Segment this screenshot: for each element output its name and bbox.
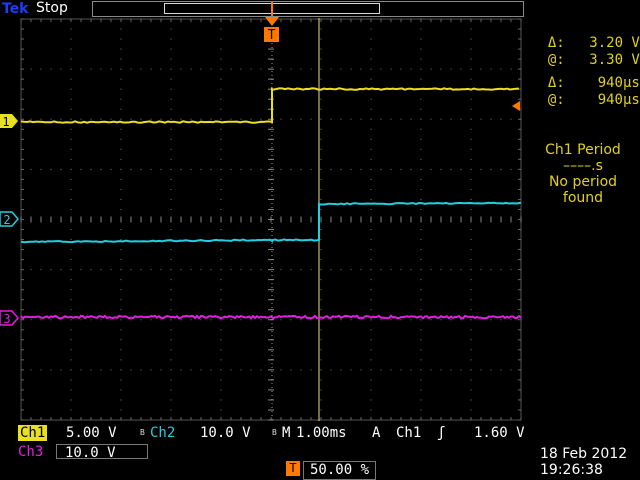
ch3-marker-label: 3 <box>3 312 10 326</box>
ch1-ground-marker[interactable]: 1 <box>0 114 18 129</box>
cursor-at-t: @: 940µs <box>531 76 640 108</box>
ch1-trace <box>21 88 519 122</box>
measurement-title: Ch1 Period <box>531 142 635 158</box>
measurement-panel: Ch1 Period ––––.s No period found <box>531 142 635 206</box>
trigger-t-label: T <box>268 28 276 43</box>
measurement-status-2: found <box>531 190 635 206</box>
trigger-position-value: 50.00 % <box>303 461 376 480</box>
ch2-label[interactable]: Ch2 <box>150 425 175 441</box>
ch2-ground-marker[interactable]: 2 <box>0 212 18 227</box>
trigger-slope-icon[interactable]: ʃ <box>437 425 445 441</box>
ch2-marker-label: 2 <box>3 213 10 227</box>
trigger-t-icon: T <box>286 461 300 476</box>
date: 18 Feb 2012 <box>540 446 627 462</box>
trigger-level-marker[interactable] <box>512 101 520 111</box>
ch1-marker-label: 1 <box>2 115 9 129</box>
ch1-label[interactable]: Ch1 <box>18 425 47 441</box>
ch1-bw-icon: B <box>140 429 145 437</box>
trigger-mode[interactable]: A <box>372 425 380 441</box>
trigger-level[interactable]: 1.60 V <box>474 425 525 441</box>
timebase-label: M <box>282 425 290 441</box>
ch3-label[interactable]: Ch3 <box>18 444 43 460</box>
trigger-source[interactable]: Ch1 <box>396 425 421 441</box>
ch3-scale[interactable]: 10.0 V <box>56 444 148 459</box>
measurement-status-1: No period <box>531 174 635 190</box>
graticule <box>21 19 522 421</box>
trigger-position-marker[interactable]: T <box>264 2 279 43</box>
ch3-ground-marker[interactable]: 3 <box>0 311 18 326</box>
ch2-bw-icon: B <box>272 429 277 437</box>
measurement-value: ––––.s <box>531 158 635 174</box>
ch1-scale[interactable]: 5.00 V <box>66 425 117 441</box>
timebase-value[interactable]: 1.00ms <box>296 425 347 441</box>
time: 19:26:38 <box>540 462 627 478</box>
ch3-trace <box>21 316 521 318</box>
ch2-scale[interactable]: 10.0 V <box>200 425 251 441</box>
date-time: 18 Feb 2012 19:26:38 <box>540 446 627 478</box>
trigger-position-readout[interactable]: T 50.00 % <box>286 461 376 478</box>
